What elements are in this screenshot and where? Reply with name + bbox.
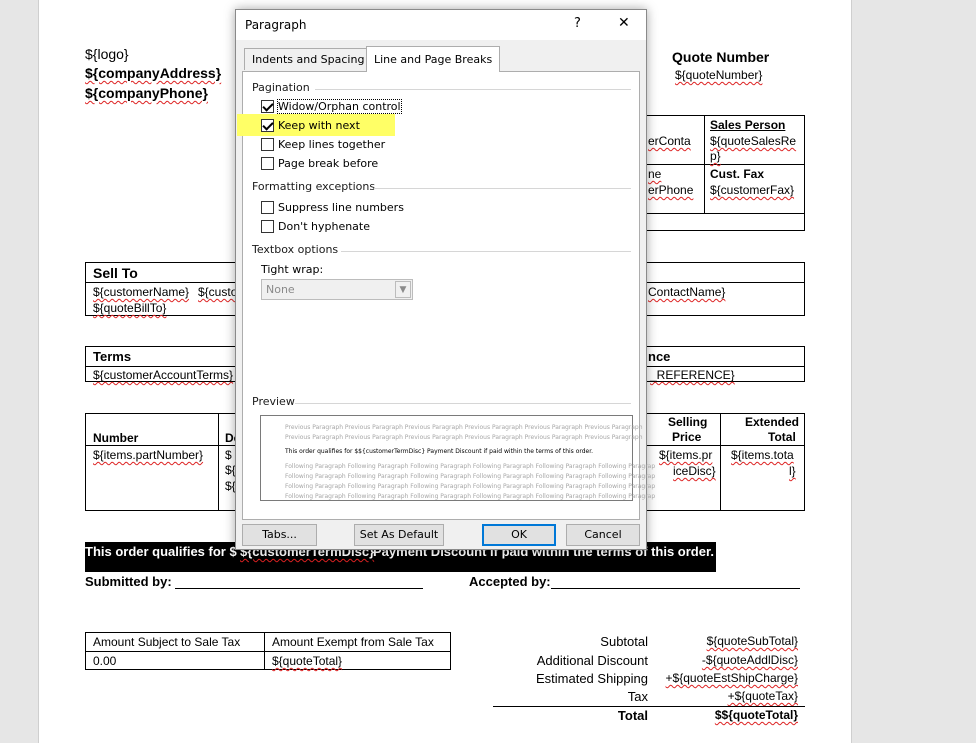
tabs-button[interactable]: Tabs... [242, 524, 317, 546]
suppress-line-numbers-checkbox[interactable] [261, 201, 274, 214]
terms-label: Terms [93, 349, 132, 364]
tab-indents-and-spacing[interactable]: Indents and Spacing [244, 48, 373, 70]
extended-total-header-2: Total [768, 430, 796, 444]
contact-partial: erConta [648, 134, 691, 148]
company-phone: ${companyPhone} [85, 85, 208, 101]
banner-left-text: This order qualifies for $ [85, 544, 237, 559]
suppress-line-numbers-label[interactable]: Suppress line numbers [278, 201, 404, 214]
keep-lines-together-checkbox[interactable] [261, 138, 274, 151]
dont-hyphenate-checkbox[interactable] [261, 220, 274, 233]
preview-box: Previous Paragraph Previous Paragraph Pr… [260, 415, 655, 501]
tax-header-exempt: Amount Exempt from Sale Tax [272, 635, 434, 649]
keep-with-next-label[interactable]: Keep with next [278, 119, 360, 132]
extended-total-line1: ${items.tota [731, 448, 794, 462]
line-page-breaks-panel: Pagination Widow/Orphan control Keep wit… [237, 71, 655, 520]
number-header: Number [93, 431, 139, 445]
part-number: ${items.partNumber} [93, 448, 204, 462]
chevron-down-icon[interactable]: ▼ [395, 281, 411, 298]
sell-to-label: Sell To [93, 265, 138, 281]
desc-partial-1: $ [225, 448, 232, 462]
dont-hyphenate-label[interactable]: Don't hyphenate [278, 220, 370, 233]
widow-orphan-label[interactable]: Widow/Orphan control [277, 99, 402, 114]
tax-label: Tax [627, 689, 648, 704]
extended-total-line2: l} [789, 464, 796, 478]
tight-wrap-select[interactable]: None ▼ [261, 279, 413, 300]
close-icon[interactable]: ✕ [618, 15, 630, 31]
dialog-title: Paragraph [245, 18, 307, 32]
additional-discount-label: Additional Discount [536, 653, 648, 668]
quote-bill-to: ${quoteBillTo} [93, 301, 167, 315]
phone-partial-1: ne [648, 167, 662, 181]
tax-value-exempt: ${quoteTotal} [272, 654, 343, 668]
total-label: Total [617, 708, 648, 723]
selling-price-line2: iceDisc} [673, 464, 716, 478]
additional-discount-value: -${quoteAddlDisc} [701, 653, 798, 667]
tax-value-subject: 0.00 [93, 654, 117, 668]
keep-lines-together-label[interactable]: Keep lines together [278, 138, 385, 151]
estimated-shipping-value: +${quoteEstShipCharge} [665, 671, 798, 685]
estimated-shipping-label: Estimated Shipping [535, 671, 648, 686]
subtotal-value: ${quoteSubTotal} [706, 634, 798, 648]
contact-name-partial: ContactName} [648, 285, 726, 299]
formatting-exceptions-label: Formatting exceptions [252, 180, 376, 193]
customer-partial: ${custo [198, 285, 238, 299]
preview-current: This order qualifies for $${customerTerm… [285, 448, 594, 455]
company-address: ${companyAddress} [85, 65, 222, 81]
preview-prev-2: Previous Paragraph Previous Paragraph Pr… [285, 434, 643, 441]
sales-rep-line1: ${quoteSalesRe [710, 134, 797, 148]
selling-price-line1: ${items.pr [659, 448, 713, 462]
customer-name: ${customerName} [93, 285, 190, 299]
sales-rep-line2: p} [710, 149, 721, 163]
preview-follow-2: Following Paragraph Following Paragraph … [285, 473, 655, 480]
preview-section-label: Preview [252, 395, 295, 408]
page-break-before-checkbox[interactable] [261, 157, 274, 170]
quote-number-value: ${quoteNumber} [675, 68, 763, 82]
preview-follow-4: Following Paragraph Following Paragraph … [285, 493, 655, 500]
preview-follow-1: Following Paragraph Following Paragraph … [285, 463, 655, 470]
dialog-titlebar[interactable]: Paragraph ? ✕ [236, 10, 646, 40]
tab-line-and-page-breaks[interactable]: Line and Page Breaks [366, 46, 501, 72]
total-value: $${quoteTotal} [714, 708, 798, 722]
sales-person-label: Sales Person [710, 118, 786, 132]
reference-header-partial: nce [648, 349, 671, 364]
page-break-before-label[interactable]: Page break before [278, 157, 378, 170]
selling-price-header-1: Selling [668, 415, 708, 429]
extended-total-header-1: Extended [745, 415, 800, 429]
tax-value: +${quoteTax} [727, 689, 798, 703]
tax-header-subject: Amount Subject to Sale Tax [93, 635, 241, 649]
paragraph-dialog: Paragraph ? ✕ Indents and Spacing Line a… [235, 9, 655, 550]
keep-with-next-checkbox[interactable] [261, 119, 274, 132]
submitted-by-label: Submitted by: [85, 574, 172, 589]
cust-fax-label: Cust. Fax [710, 167, 765, 181]
accepted-by-label: Accepted by: [469, 574, 551, 589]
widow-orphan-checkbox[interactable] [261, 100, 274, 113]
pagination-section-label: Pagination [252, 81, 310, 94]
customer-account-terms: ${customerAccountTerms} [93, 368, 234, 382]
ok-button[interactable]: OK [482, 524, 556, 546]
logo-placeholder: ${logo} [85, 46, 129, 62]
preview-follow-3: Following Paragraph Following Paragraph … [285, 483, 655, 490]
subtotal-label: Subtotal [600, 634, 648, 649]
tight-wrap-label: Tight wrap: [261, 263, 324, 276]
help-button[interactable]: ? [574, 16, 581, 31]
tight-wrap-value: None [266, 283, 295, 296]
quote-number-label: Quote Number [672, 49, 770, 65]
set-as-default-button[interactable]: Set As Default [354, 524, 444, 546]
cancel-button[interactable]: Cancel [566, 524, 640, 546]
reference-partial: _REFERENCE} [650, 368, 735, 382]
cust-fax-value: ${customerFax} [710, 183, 795, 197]
phone-partial-2: erPhone [648, 183, 694, 197]
textbox-options-label: Textbox options [252, 243, 339, 256]
selling-price-header-2: Price [672, 430, 702, 444]
preview-prev-1: Previous Paragraph Previous Paragraph Pr… [285, 424, 643, 431]
